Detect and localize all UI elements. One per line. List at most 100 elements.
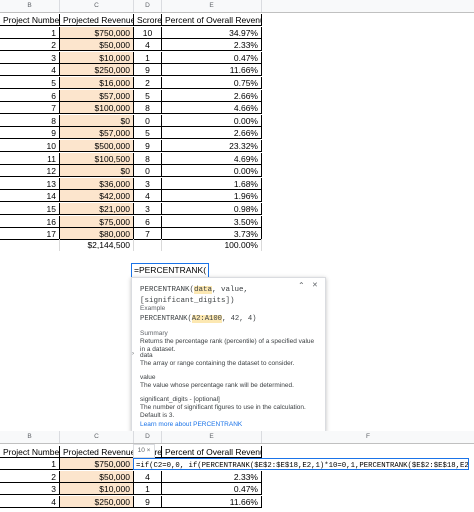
bottom-project-number-cell[interactable]: 3 xyxy=(0,483,60,496)
percent-cell[interactable]: 0.98% xyxy=(162,203,262,215)
percent-cell[interactable]: 0.00% xyxy=(162,114,262,127)
bottom-percent-cell[interactable]: 0.47% xyxy=(162,483,262,496)
project-number-cell[interactable]: 4 xyxy=(0,64,60,77)
header-projected-revenue[interactable]: Projected Revenue xyxy=(60,14,134,26)
percent-cell[interactable]: 11.66% xyxy=(162,64,262,77)
bottom-score-cell[interactable]: 4 xyxy=(134,470,162,483)
projected-revenue-cell[interactable]: $50,000 xyxy=(60,39,134,52)
percent-cell[interactable]: 2.33% xyxy=(162,39,262,52)
score-cell[interactable]: 2 xyxy=(134,77,162,89)
project-number-cell[interactable]: 6 xyxy=(0,89,60,102)
projected-revenue-cell[interactable]: $750,000 xyxy=(60,26,134,39)
projected-revenue-cell[interactable]: $16,000 xyxy=(60,77,134,89)
bottom-project-number-cell[interactable]: 2 xyxy=(0,470,60,483)
score-cell[interactable]: 0 xyxy=(134,114,162,127)
score-cell[interactable]: 9 xyxy=(134,140,162,152)
projected-revenue-cell[interactable]: $10,000 xyxy=(60,51,134,64)
score-cell[interactable]: 9 xyxy=(134,64,162,77)
header-score[interactable]: Scrore xyxy=(134,14,162,26)
bottom-header-project-number[interactable]: Project Number xyxy=(0,446,60,458)
projected-revenue-cell[interactable]: $57,000 xyxy=(60,89,134,102)
projected-revenue-cell[interactable]: $0 xyxy=(60,114,134,127)
learn-more-link[interactable]: Learn more about PERCENTRANK xyxy=(140,421,242,428)
score-cell[interactable]: 6 xyxy=(134,215,162,228)
bottom-percent-cell[interactable]: 11.66% xyxy=(162,495,262,508)
collapse-icon[interactable]: ⌃ xyxy=(298,281,305,290)
projected-revenue-cell[interactable]: $500,000 xyxy=(60,140,134,152)
project-number-cell[interactable]: 15 xyxy=(0,203,60,215)
projected-revenue-cell[interactable]: $100,000 xyxy=(60,102,134,115)
bottom-header-percent-overall[interactable]: Percent of Overall Revenue xyxy=(162,446,262,458)
bottom-projected-revenue-cell[interactable]: $50,000 xyxy=(60,470,134,483)
bottom-project-number-cell[interactable]: 4 xyxy=(0,495,60,508)
project-number-cell[interactable]: 16 xyxy=(0,215,60,228)
bottom-header-projected-revenue[interactable]: Projected Revenue xyxy=(60,446,134,458)
project-number-cell[interactable]: 7 xyxy=(0,102,60,115)
score-cell[interactable]: 5 xyxy=(134,89,162,102)
percent-cell[interactable]: 0.00% xyxy=(162,165,262,178)
column-header-d[interactable]: D xyxy=(134,0,162,12)
bottom-column-header-f[interactable]: F xyxy=(262,431,474,443)
score-cell[interactable]: 0 xyxy=(134,165,162,178)
percent-cell[interactable]: 4.66% xyxy=(162,102,262,115)
project-number-cell[interactable]: 13 xyxy=(0,177,60,190)
project-number-cell[interactable]: 9 xyxy=(0,127,60,140)
project-number-cell[interactable]: 5 xyxy=(0,77,60,89)
projected-revenue-cell[interactable]: $42,000 xyxy=(60,190,134,203)
bottom-percent-cell[interactable]: 2.33% xyxy=(162,470,262,483)
formula-input-chip[interactable]: =PERCENTRANK( xyxy=(131,263,210,278)
column-header-e[interactable]: E xyxy=(162,0,262,12)
project-number-cell[interactable]: 8 xyxy=(0,114,60,127)
bottom-projected-revenue-cell[interactable]: $10,000 xyxy=(60,483,134,496)
project-number-cell[interactable]: 2 xyxy=(0,39,60,52)
score-cell[interactable]: 8 xyxy=(134,102,162,115)
projected-revenue-cell[interactable]: $250,000 xyxy=(60,64,134,77)
bottom-column-header-b[interactable]: B xyxy=(0,431,60,443)
percent-cell[interactable]: 4.69% xyxy=(162,152,262,165)
column-header-f[interactable] xyxy=(262,0,474,12)
project-number-cell[interactable]: 10 xyxy=(0,140,60,152)
bottom-projected-revenue-cell[interactable]: $250,000 xyxy=(60,495,134,508)
score-cell[interactable]: 3 xyxy=(134,203,162,215)
percent-cell[interactable]: 2.66% xyxy=(162,89,262,102)
bottom-project-number-cell[interactable]: 1 xyxy=(0,458,60,470)
column-header-c[interactable]: C xyxy=(60,0,134,12)
bottom-projected-revenue-cell[interactable]: $750,000 xyxy=(60,458,134,470)
active-cell-formula-editor[interactable]: =if(C2=0,0, if(PERCENTRANK($E$2:$E$18,E2… xyxy=(133,458,469,470)
project-number-cell[interactable]: 11 xyxy=(0,152,60,165)
header-project-number[interactable]: Project Number xyxy=(0,14,60,26)
score-cell[interactable]: 8 xyxy=(134,152,162,165)
projected-revenue-cell[interactable]: $36,000 xyxy=(60,177,134,190)
projected-revenue-cell[interactable]: $0 xyxy=(60,165,134,178)
percent-cell[interactable]: 1.96% xyxy=(162,190,262,203)
percent-cell[interactable]: 0.47% xyxy=(162,51,262,64)
percent-cell[interactable]: 2.66% xyxy=(162,127,262,140)
projected-revenue-cell[interactable]: $21,000 xyxy=(60,203,134,215)
percent-cell[interactable]: 34.97% xyxy=(162,26,262,39)
close-icon[interactable]: ✕ xyxy=(312,281,318,289)
percent-cell[interactable]: 23.32% xyxy=(162,140,262,152)
score-cell[interactable]: 4 xyxy=(134,190,162,203)
column-header-b[interactable]: B xyxy=(0,0,60,12)
project-number-cell[interactable]: 3 xyxy=(0,51,60,64)
bottom-column-header-c[interactable]: C xyxy=(60,431,134,443)
projected-revenue-cell[interactable]: $75,000 xyxy=(60,215,134,228)
projected-revenue-cell[interactable]: $57,000 xyxy=(60,127,134,140)
percent-cell[interactable]: 0.75% xyxy=(162,77,262,89)
score-cell[interactable]: 1 xyxy=(134,51,162,64)
totals-score-cell[interactable] xyxy=(134,239,162,251)
percent-cell[interactable]: 1.68% xyxy=(162,177,262,190)
totals-blank-cell[interactable] xyxy=(0,239,60,251)
projected-revenue-cell[interactable]: $100,500 xyxy=(60,152,134,165)
score-cell[interactable]: 4 xyxy=(134,39,162,52)
percent-cell[interactable]: 3.50% xyxy=(162,215,262,228)
bottom-column-header-e[interactable]: E xyxy=(162,431,262,443)
bottom-score-cell[interactable]: 9 xyxy=(134,495,162,508)
header-percent-overall[interactable]: Percent of Overall Revenue xyxy=(162,14,262,26)
total-percent-cell[interactable]: 100.00% xyxy=(162,239,262,251)
project-number-cell[interactable]: 14 xyxy=(0,190,60,203)
score-cell[interactable]: 3 xyxy=(134,177,162,190)
project-number-cell[interactable]: 1 xyxy=(0,26,60,39)
project-number-cell[interactable]: 12 xyxy=(0,165,60,178)
bottom-score-cell[interactable]: 1 xyxy=(134,483,162,496)
